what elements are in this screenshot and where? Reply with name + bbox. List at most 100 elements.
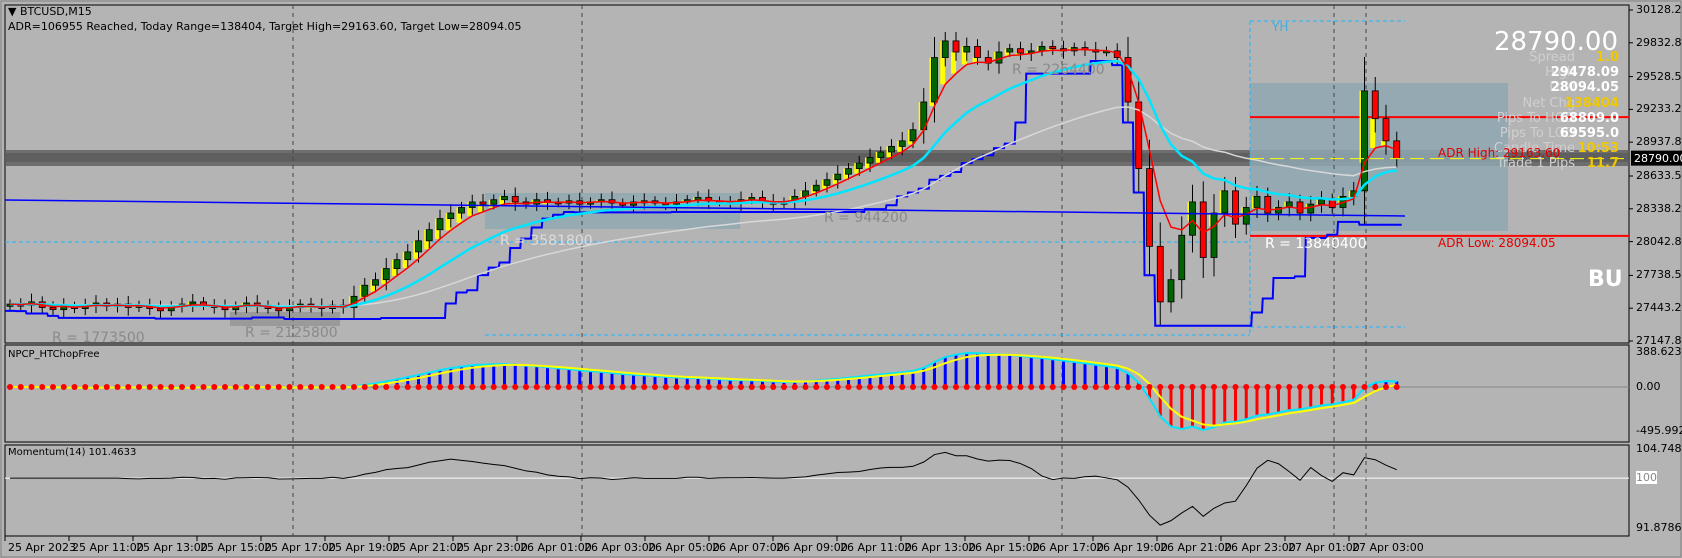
candle-bullish xyxy=(834,173,842,181)
chop-dot xyxy=(738,384,744,390)
chop-dot xyxy=(684,384,691,390)
momentum-tick-label: 91.8786 xyxy=(1636,521,1682,534)
candle-bullish xyxy=(941,40,949,58)
chop-dot xyxy=(662,384,669,390)
candle-bullish xyxy=(931,57,938,103)
chop-dot xyxy=(856,384,863,390)
chop-dot xyxy=(1286,384,1293,390)
info-value: 1.0 xyxy=(1595,50,1619,65)
chop-dot xyxy=(60,384,67,390)
chop-dot xyxy=(415,384,422,390)
chop-dot xyxy=(189,384,196,390)
range-label: R = 1773500 xyxy=(52,330,145,346)
medium-ma-line xyxy=(9,59,1397,309)
chop-dot xyxy=(1221,384,1228,390)
chop-dot xyxy=(232,384,239,390)
chop-dot xyxy=(1383,384,1389,390)
chop-dot xyxy=(1092,384,1099,390)
candle-bullish xyxy=(1253,195,1261,208)
time-tick-label: 26 Apr 19:00 xyxy=(1096,541,1168,554)
chop-dot xyxy=(1340,384,1346,390)
momentum-panel-frame xyxy=(4,444,1630,537)
chop-dot xyxy=(1103,384,1110,390)
chop-dot xyxy=(1178,384,1185,390)
chop-dot xyxy=(695,384,701,390)
time-tick-label: 26 Apr 07:00 xyxy=(712,541,784,554)
chop-dot xyxy=(1307,384,1314,390)
chop-dot xyxy=(329,384,336,390)
candle-bullish xyxy=(823,179,831,186)
range-label: R = 3581800 xyxy=(500,233,593,249)
chop-dot xyxy=(1297,384,1303,390)
candle-bullish xyxy=(909,129,917,142)
range-label: R = 13840400 xyxy=(1265,236,1367,252)
chop-dot xyxy=(82,384,89,390)
chop-dot xyxy=(447,384,454,390)
chop-dot xyxy=(899,384,906,390)
chop-dot xyxy=(1372,384,1379,390)
chop-dot xyxy=(28,384,35,390)
candle-bullish xyxy=(1189,201,1196,236)
chop-dot xyxy=(910,384,916,390)
info-value: 29478.09 xyxy=(1550,65,1619,81)
candle-bullish xyxy=(963,46,971,53)
chop-dot xyxy=(71,384,78,390)
dropdown-arrow-icon[interactable]: ▼ xyxy=(8,5,20,18)
signal-bar xyxy=(1370,118,1376,149)
chop-dot xyxy=(867,384,873,390)
time-tick-label: 26 Apr 09:00 xyxy=(776,541,848,554)
chop-dot xyxy=(383,384,390,390)
candle-bullish xyxy=(1006,48,1014,53)
candle-bullish xyxy=(845,168,852,175)
chop-dot xyxy=(7,384,13,390)
candle-bullish xyxy=(1178,234,1186,281)
chop-dot xyxy=(222,384,228,390)
chop-dot xyxy=(963,384,970,390)
chop-dot xyxy=(1114,384,1121,390)
adr-high-label: ADR High: 29163.60 xyxy=(1438,146,1561,160)
chop-dot xyxy=(985,384,992,390)
candle-bullish xyxy=(447,212,455,219)
chop-dot xyxy=(920,384,927,390)
chop-dot xyxy=(1232,384,1239,390)
candle-bullish xyxy=(372,279,379,286)
time-tick-label: 26 Apr 17:00 xyxy=(1032,541,1104,554)
candle-bullish xyxy=(877,151,885,158)
chop-dot xyxy=(759,384,766,390)
chop-dot xyxy=(834,384,841,390)
chop-dot xyxy=(351,384,357,390)
chop-dot xyxy=(1017,384,1024,390)
chop-dot xyxy=(372,384,379,390)
candle-bullish xyxy=(1167,279,1175,303)
price-tick-label: 28633.55 xyxy=(1636,168,1682,182)
chop-dot xyxy=(555,384,562,390)
chop-dot xyxy=(1049,384,1056,390)
chop-dot xyxy=(394,384,400,390)
candle-bullish xyxy=(1221,190,1229,214)
candle-bullish xyxy=(425,229,433,242)
chop-dot xyxy=(673,384,680,390)
chop-dot xyxy=(931,384,938,390)
chop-dot xyxy=(1039,384,1045,390)
candle-bullish xyxy=(382,268,390,281)
time-tick-label: 25 Apr 23:00 xyxy=(456,541,528,554)
chop-dot xyxy=(544,384,551,390)
chop-dot xyxy=(609,384,615,390)
candle-bearish xyxy=(1371,90,1379,120)
chop-dot xyxy=(254,384,261,390)
chop-dot xyxy=(157,384,164,390)
momentum-tick-label: 100 xyxy=(1636,471,1657,485)
chop-dot xyxy=(103,384,110,390)
momentum-title: Momentum(14) 101.4633 xyxy=(8,447,137,458)
adr-low-label: ADR Low: 28094.05 xyxy=(1438,236,1556,250)
candle-bullish xyxy=(1361,90,1368,192)
chop-dot xyxy=(974,384,981,390)
candle-bullish xyxy=(866,157,874,164)
chop-dot xyxy=(243,384,250,390)
time-tick-label: 27 Apr 01:00 xyxy=(1288,541,1360,554)
candle-bullish xyxy=(1210,212,1218,258)
chop-dot xyxy=(136,384,142,390)
indicator-tick-label: 0.00 xyxy=(1636,380,1661,393)
time-tick-label: 25 Apr 2023 xyxy=(8,541,77,554)
chop-dot xyxy=(1028,384,1035,390)
